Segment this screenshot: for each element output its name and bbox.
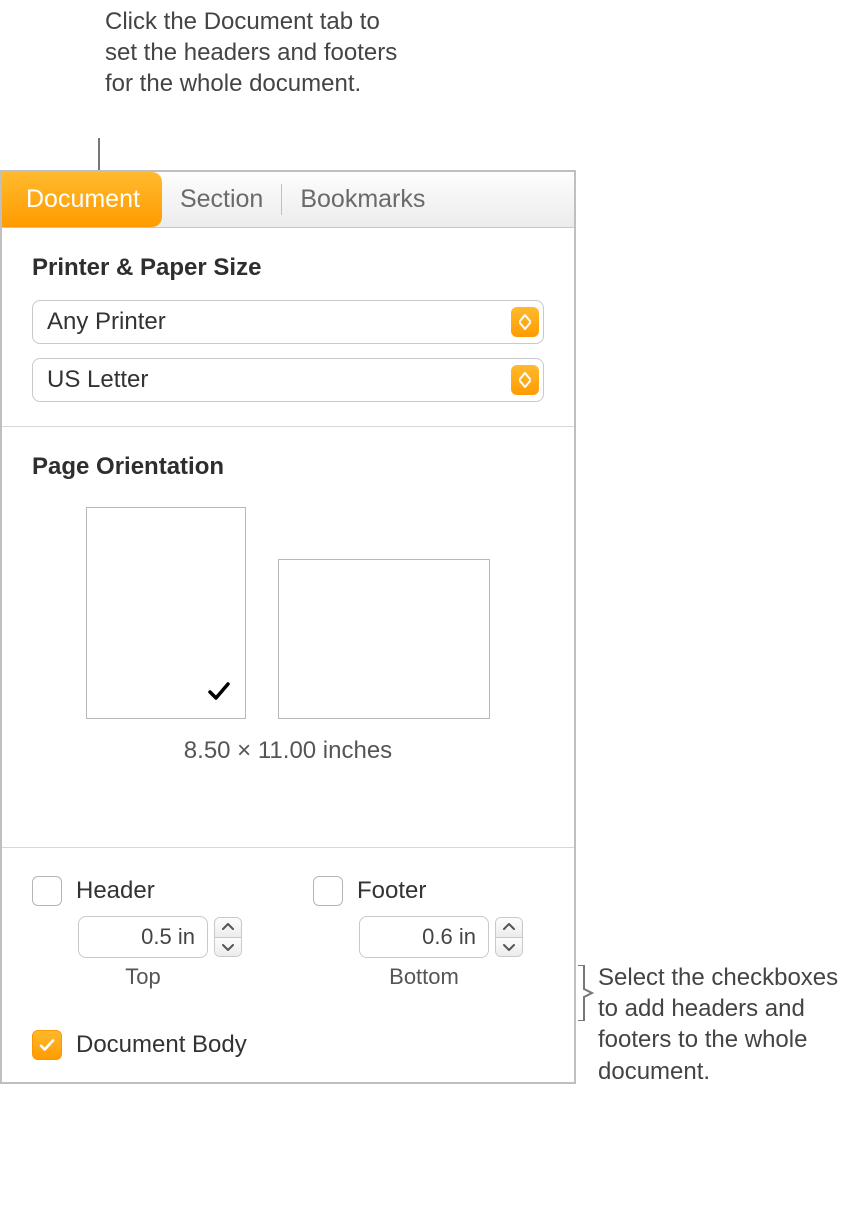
sidebar-tabs: Document Section Bookmarks — [2, 172, 574, 228]
paper-size-value: US Letter — [47, 366, 148, 394]
check-icon — [207, 679, 231, 710]
callout-checkboxes: Select the checkboxes to add headers and… — [598, 962, 848, 1087]
chevron-down-icon — [215, 938, 241, 957]
chevron-up-icon — [215, 918, 241, 938]
top-sublabel: Top — [78, 964, 208, 990]
orientation-title: Page Orientation — [32, 453, 544, 481]
chevron-up-icon — [496, 918, 522, 938]
header-label: Header — [76, 877, 155, 905]
page-dimensions-label: 8.50 × 11.00 inches — [32, 737, 544, 765]
header-checkbox[interactable] — [32, 876, 62, 906]
callout-bracket — [576, 965, 594, 1021]
paper-size-popup[interactable]: US Letter — [32, 358, 544, 402]
header-margin-input[interactable] — [78, 916, 208, 958]
popup-arrows-icon — [511, 307, 539, 337]
document-body-row: Document Body — [2, 1030, 574, 1082]
callout-document-tab: Click the Document tab to set the header… — [105, 6, 415, 100]
orientation-portrait[interactable] — [86, 507, 246, 719]
header-stepper[interactable] — [214, 917, 242, 957]
printer-paper-title: Printer & Paper Size — [32, 254, 544, 282]
document-sidebar-panel: Document Section Bookmarks Printer & Pap… — [0, 170, 576, 1084]
tab-document[interactable]: Document — [2, 172, 162, 227]
footer-margin-input[interactable] — [359, 916, 489, 958]
footer-label: Footer — [357, 877, 426, 905]
printer-value: Any Printer — [47, 308, 166, 336]
tab-bookmarks[interactable]: Bookmarks — [282, 172, 443, 227]
footer-checkbox[interactable] — [313, 876, 343, 906]
printer-paper-section: Printer & Paper Size Any Printer US Lett… — [2, 228, 574, 427]
popup-arrows-icon — [511, 365, 539, 395]
bottom-sublabel: Bottom — [359, 964, 489, 990]
footer-stepper[interactable] — [495, 917, 523, 957]
printer-popup[interactable]: Any Printer — [32, 300, 544, 344]
tab-section[interactable]: Section — [162, 172, 281, 227]
chevron-down-icon — [496, 938, 522, 957]
orientation-landscape[interactable] — [278, 559, 490, 719]
document-body-label: Document Body — [76, 1031, 247, 1059]
orientation-section: Page Orientation 8.50 × 11.00 inches — [2, 427, 574, 848]
document-body-checkbox[interactable] — [32, 1030, 62, 1060]
header-footer-section: Header Top Footer — [2, 848, 574, 1030]
callout-line — [98, 138, 100, 172]
